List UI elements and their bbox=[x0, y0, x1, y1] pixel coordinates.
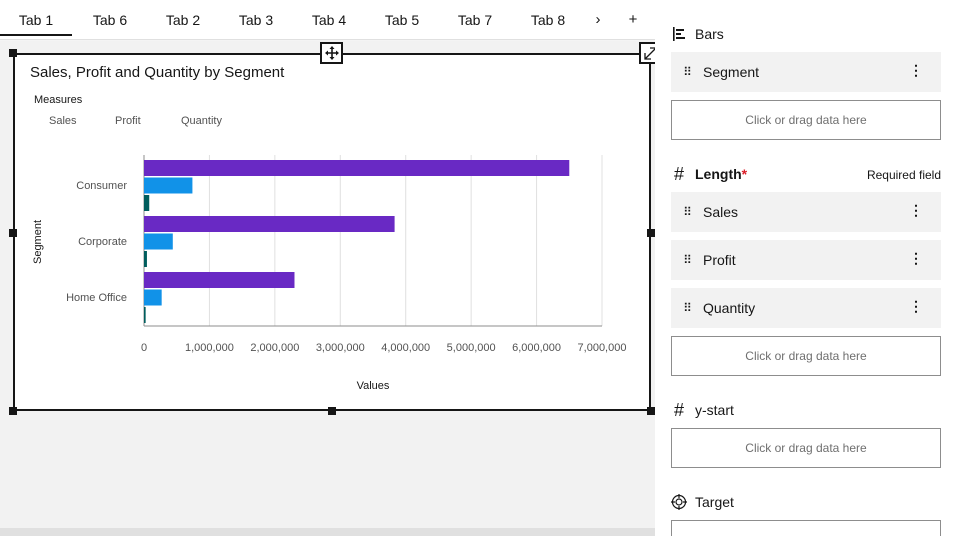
bar-sales-home-office bbox=[144, 272, 295, 288]
hash-icon: # bbox=[673, 399, 684, 420]
required-field-text: Required field bbox=[866, 168, 941, 182]
overflow-menu-icon[interactable]: ⋮ bbox=[909, 250, 923, 267]
field-panel: Bars ⠿ Segment ⋮ Click or drag data here… bbox=[655, 0, 974, 536]
overflow-menu-icon[interactable]: ⋮ bbox=[909, 298, 923, 315]
drag-handle-icon[interactable]: ⠿ bbox=[671, 205, 703, 219]
length-label: Length bbox=[695, 166, 742, 182]
length-drop-zone[interactable]: Click or drag data here bbox=[671, 336, 941, 376]
bar-profit-consumer bbox=[144, 177, 193, 194]
drag-handle-icon[interactable]: ⠿ bbox=[671, 253, 703, 267]
x-tick-label: 1,000,000 bbox=[185, 342, 234, 354]
x-axis-title: Values bbox=[357, 380, 390, 392]
bar-quantity-consumer bbox=[144, 195, 150, 211]
bar-quantity-home-office bbox=[144, 307, 146, 323]
bars-label: Bars bbox=[695, 26, 724, 42]
y-axis-title: Segment bbox=[32, 220, 44, 264]
bars-section-header: Bars bbox=[671, 26, 724, 42]
x-tick-label: 2,000,000 bbox=[250, 342, 299, 354]
bar-profit-home-office bbox=[144, 289, 162, 306]
bar-profit-corporate bbox=[144, 233, 173, 250]
horizontal-scrollbar[interactable] bbox=[0, 528, 655, 536]
x-tick-label: 0 bbox=[141, 342, 147, 354]
target-section-header: Target bbox=[671, 494, 734, 510]
target-label: Target bbox=[695, 494, 734, 510]
bar-chart: 0 1,000,000 2,000,000 3,000,000 4,000,000 5,0… bbox=[32, 155, 627, 392]
field-label: Profit bbox=[703, 252, 736, 268]
ystart-label: y-start bbox=[695, 402, 734, 418]
ystart-drop-zone[interactable]: Click or drag data here bbox=[671, 428, 941, 468]
field-segment[interactable]: ⠿ Segment ⋮ bbox=[671, 52, 941, 92]
length-section-header: # Length * bbox=[671, 163, 748, 184]
x-tick-label: 6,000,000 bbox=[512, 342, 561, 354]
x-tick-label: 4,000,000 bbox=[381, 342, 430, 354]
field-label: Quantity bbox=[703, 300, 756, 316]
field-profit[interactable]: ⠿ Profit ⋮ bbox=[671, 240, 941, 280]
field-label: Sales bbox=[703, 204, 739, 220]
x-tick-label: 3,000,000 bbox=[316, 342, 365, 354]
y-tick-label: Consumer bbox=[76, 180, 127, 192]
drag-handle-icon[interactable]: ⠿ bbox=[671, 65, 703, 79]
bar-sales-consumer bbox=[144, 160, 570, 176]
bars-drop-zone[interactable]: Click or drag data here bbox=[671, 100, 941, 140]
x-tick-label: 7,000,000 bbox=[578, 342, 627, 354]
overflow-menu-icon[interactable]: ⋮ bbox=[909, 62, 923, 79]
target-icon bbox=[671, 494, 687, 510]
field-sales[interactable]: ⠿ Sales ⋮ bbox=[671, 192, 941, 232]
x-tick-label: 5,000,000 bbox=[447, 342, 496, 354]
ystart-section-header: # y-start bbox=[671, 399, 734, 420]
y-tick-label: Corporate bbox=[78, 236, 127, 248]
field-quantity[interactable]: ⠿ Quantity ⋮ bbox=[671, 288, 941, 328]
bar-quantity-corporate bbox=[144, 251, 147, 267]
overflow-menu-icon[interactable]: ⋮ bbox=[909, 202, 923, 219]
target-drop-zone[interactable] bbox=[671, 520, 941, 536]
field-label: Segment bbox=[703, 64, 760, 80]
y-tick-label: Home Office bbox=[66, 292, 127, 304]
hash-icon: # bbox=[673, 163, 684, 184]
bar-sales-corporate bbox=[144, 216, 395, 232]
bar-chart-icon bbox=[671, 26, 687, 42]
required-mark: * bbox=[741, 166, 748, 182]
drag-handle-icon[interactable]: ⠿ bbox=[671, 301, 703, 315]
